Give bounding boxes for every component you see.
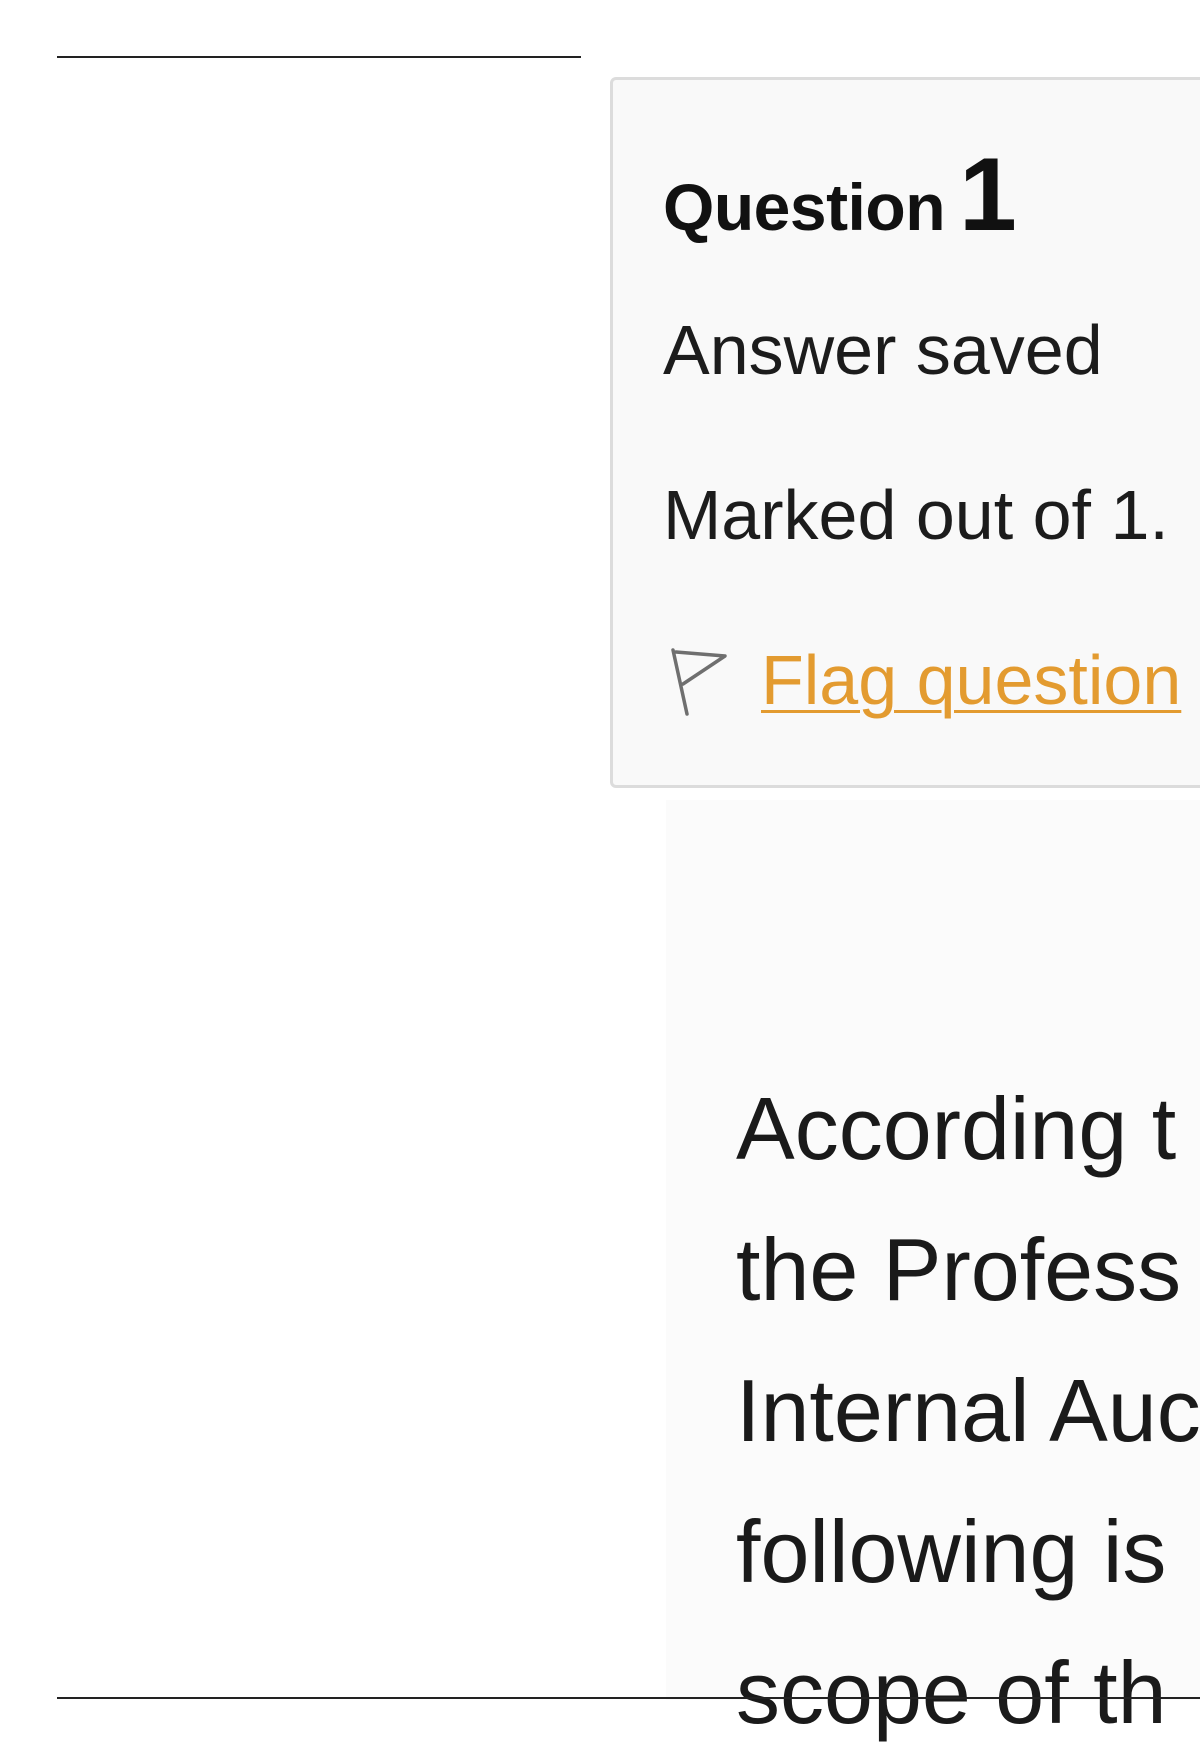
question-info-card: Question 1 Answer saved Marked out of 1. …: [610, 77, 1200, 788]
question-label: Question: [663, 170, 946, 244]
question-text-line: the Profess: [736, 1220, 1182, 1319]
top-divider: [57, 56, 581, 58]
question-text: According t the Profess Internal Auc fol…: [736, 1058, 1200, 1763]
question-number: 1: [959, 137, 1017, 253]
flag-question-control[interactable]: Flag question: [663, 642, 1181, 719]
flag-question-link[interactable]: Flag question: [761, 642, 1181, 719]
flag-icon[interactable]: [663, 642, 733, 718]
bottom-divider: [57, 1697, 1200, 1699]
question-formulation: According t the Profess Internal Auc fol…: [666, 800, 1200, 1742]
question-text-line: According t: [736, 1079, 1177, 1178]
grade-info: Marked out of 1.: [663, 476, 1169, 554]
question-heading: Question 1: [663, 136, 1017, 255]
answer-state: Answer saved: [663, 311, 1103, 389]
question-text-line: following is: [736, 1502, 1167, 1601]
question-text-line: Internal Auc: [736, 1361, 1200, 1460]
question-text-line: scope of th: [736, 1643, 1167, 1742]
